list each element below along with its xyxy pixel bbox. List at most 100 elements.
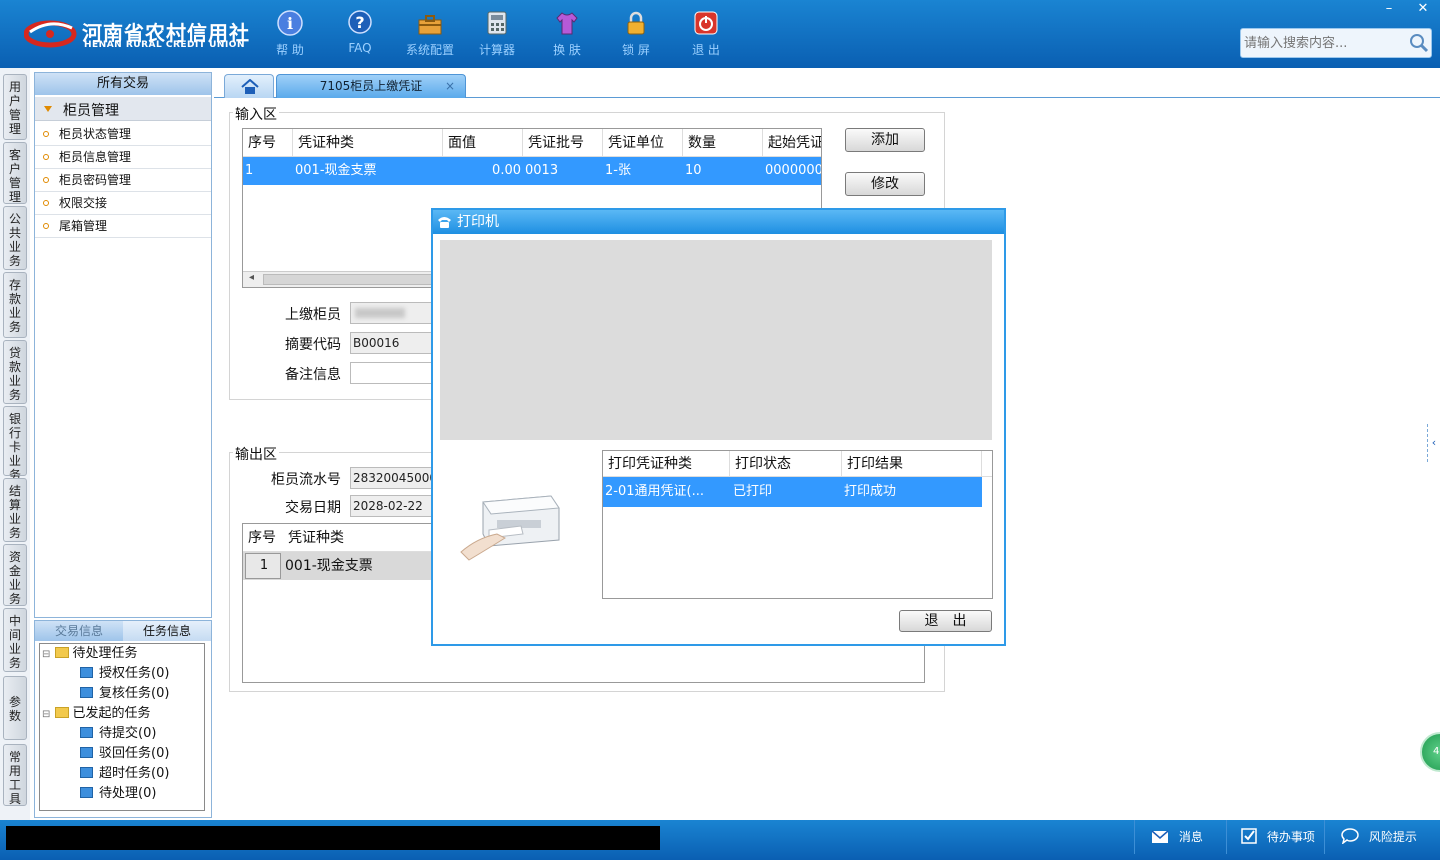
folder-icon: [80, 687, 93, 698]
close-button[interactable]: ✕: [1408, 0, 1438, 18]
minimize-button[interactable]: –: [1374, 0, 1404, 18]
module-tab-funds[interactable]: 资金业务: [3, 544, 27, 606]
svg-text:?: ?: [355, 13, 364, 32]
tab-task-info[interactable]: 任务信息: [123, 621, 211, 641]
faq-label: FAQ: [348, 41, 372, 55]
col-face-value[interactable]: 面值: [443, 129, 523, 157]
col-quantity[interactable]: 数量: [683, 129, 763, 157]
search-box: [1240, 28, 1432, 58]
tab-7105-teller-voucher[interactable]: 7105柜员上缴凭证 ×: [276, 74, 466, 98]
module-tab-customer-management[interactable]: 客户管理: [3, 142, 27, 204]
serial-field[interactable]: 283200450000: [350, 467, 432, 489]
table-row[interactable]: 1 001-现金支票 0.00 0013 1-张 10 000000000: [243, 157, 821, 185]
module-tab-loan[interactable]: 贷款业务: [3, 340, 27, 404]
faq-button[interactable]: ? FAQ: [330, 8, 390, 62]
col-print-type[interactable]: 打印凭证种类: [603, 451, 730, 477]
col-type[interactable]: 凭证种类: [283, 524, 433, 552]
table-row[interactable]: 2-01通用凭证(... 已打印 打印成功: [603, 477, 982, 507]
tree-node-label: 已发起的任务: [72, 706, 151, 721]
task-tree: ⊟ 待处理任务 授权任务(0) 复核任务(0) ⊟ 已发起的任务 待提交(0) …: [39, 643, 205, 811]
module-tab-parameters[interactable]: 参数: [3, 676, 27, 740]
tree-node-rejected[interactable]: 驳回任务(0): [80, 744, 169, 764]
tree-node-label: 驳回任务(0): [99, 746, 170, 761]
bullet-icon: [43, 200, 49, 206]
system-config-button[interactable]: 系统配置: [400, 8, 460, 62]
lock-screen-button[interactable]: 锁 屏: [606, 8, 666, 62]
module-tab-deposit[interactable]: 存款业务: [3, 272, 27, 338]
tree-node-to-process[interactable]: 待处理(0): [80, 784, 156, 804]
print-result-grid: 打印凭证种类 打印状态 打印结果 2-01通用凭证(... 已打印 打印成功: [602, 450, 993, 599]
module-tab-common-tools[interactable]: 常用工具: [3, 744, 27, 806]
floating-assistant-badge[interactable]: 48: [1420, 732, 1440, 772]
messages-button[interactable]: 消息: [1134, 820, 1226, 854]
tree-node-authorization[interactable]: 授权任务(0): [80, 664, 169, 684]
cell-print-status: 已打印: [733, 484, 773, 499]
edit-button[interactable]: 修改: [845, 172, 925, 196]
skin-label: 换 肤: [553, 43, 581, 57]
todo-button[interactable]: 待办事项: [1226, 820, 1324, 854]
tree-node-label: 复核任务(0): [99, 686, 170, 701]
output-area-title: 输出区: [233, 444, 279, 464]
tree-node-label: 待提交(0): [99, 726, 157, 741]
nav-item-label: 柜员信息管理: [59, 150, 132, 164]
search-icon[interactable]: [1409, 33, 1429, 53]
tab-transaction-info[interactable]: 交易信息: [35, 621, 123, 641]
col-unit[interactable]: 凭证单位: [603, 129, 683, 157]
col-type[interactable]: 凭证种类: [293, 129, 443, 157]
tree-node-review[interactable]: 复核任务(0): [80, 684, 169, 704]
col-seq[interactable]: 序号: [243, 129, 293, 157]
module-tab-user-management[interactable]: 用户管理: [3, 74, 27, 140]
print-preview-area: [440, 240, 992, 440]
col-print-status[interactable]: 打印状态: [730, 451, 842, 477]
nav-item-authority-handover[interactable]: 权限交接: [35, 192, 211, 215]
col-start-no[interactable]: 起始凭证: [763, 129, 821, 157]
help-button[interactable]: i 帮 助: [260, 8, 320, 62]
tree-node-initiated[interactable]: ⊟ 已发起的任务: [42, 704, 151, 724]
tab-home[interactable]: [224, 74, 274, 98]
nav-item-teller-status[interactable]: 柜员状态管理: [35, 123, 211, 146]
dialog-title-bar[interactable]: 打印机: [433, 210, 1004, 234]
nav-item-teller-password[interactable]: 柜员密码管理: [35, 169, 211, 192]
nav-item-tail-box[interactable]: 尾箱管理: [35, 215, 211, 238]
skin-button[interactable]: 换 肤: [537, 8, 597, 62]
collapse-right-arrow-icon[interactable]: ‹: [1427, 424, 1440, 462]
calculator-button[interactable]: 计算器: [467, 8, 527, 62]
col-batch[interactable]: 凭证批号: [523, 129, 603, 157]
scrollbar-thumb[interactable]: [263, 274, 433, 285]
help-icon: i: [277, 10, 303, 36]
chat-bubble-icon: [1341, 828, 1359, 845]
remark-field[interactable]: [350, 362, 432, 384]
col-print-result[interactable]: 打印结果: [842, 451, 982, 477]
module-tab-public-business[interactable]: 公共业务: [3, 206, 27, 270]
shirt-icon: [556, 12, 578, 35]
folder-icon: [80, 787, 93, 798]
cell-face-value: 0.00: [492, 163, 521, 178]
summary-code-label: 摘要代码: [285, 337, 341, 353]
cell-batch: 0013: [525, 163, 559, 178]
redacted-value: [355, 308, 405, 318]
nav-group-teller-management[interactable]: 柜员管理: [35, 97, 211, 121]
search-input[interactable]: [1244, 33, 1404, 53]
tree-node-timeout[interactable]: 超时任务(0): [80, 764, 169, 784]
summary-code-field[interactable]: B00016: [350, 332, 432, 354]
module-tab-settlement[interactable]: 结算业务: [3, 478, 27, 542]
risk-alert-button[interactable]: 风险提示: [1324, 820, 1440, 854]
tree-node-pending[interactable]: ⊟ 待处理任务: [42, 644, 138, 664]
teller-field[interactable]: [350, 302, 432, 324]
scroll-left-icon[interactable]: ◂: [249, 272, 254, 283]
trade-date-field[interactable]: 2028-02-22: [350, 495, 432, 517]
dialog-exit-button[interactable]: 退 出: [899, 610, 992, 632]
svg-text:i: i: [287, 14, 293, 33]
exit-button[interactable]: 退 出: [676, 8, 736, 62]
tab-close-icon[interactable]: ×: [445, 75, 455, 97]
folder-icon: [54, 707, 69, 718]
module-tab-intermediary[interactable]: 中间业务: [3, 608, 27, 672]
module-tab-bank-card[interactable]: 银行卡业务: [3, 406, 27, 482]
add-button[interactable]: 添加: [845, 128, 925, 152]
col-seq[interactable]: 序号: [243, 524, 283, 552]
tree-node-to-submit[interactable]: 待提交(0): [80, 724, 156, 744]
tree-node-label: 待处理任务: [72, 646, 138, 661]
nav-header[interactable]: 所有交易: [35, 73, 211, 95]
nav-group-label: 柜员管理: [63, 103, 119, 119]
nav-item-teller-info[interactable]: 柜员信息管理: [35, 146, 211, 169]
